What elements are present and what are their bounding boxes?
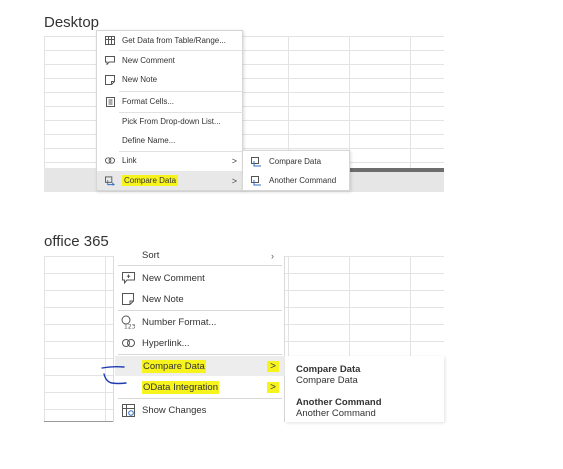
menu-item-hyperlink[interactable]: Hyperlink... bbox=[115, 333, 285, 353]
menu-item-label: Show Changes bbox=[142, 404, 207, 416]
office365-submenu: Compare Data Compare Data Another Comman… bbox=[285, 356, 444, 422]
chevron-right-icon: > bbox=[231, 155, 237, 166]
menu-item-number-format[interactable]: 123 Number Format... bbox=[115, 312, 285, 332]
office365-heading: office 365 bbox=[44, 233, 109, 250]
menu-item-label: Hyperlink... bbox=[142, 337, 190, 349]
menu-item-compare-data[interactable]: Compare Data > bbox=[115, 356, 285, 376]
menu-item-define-name[interactable]: Define Name... bbox=[97, 131, 243, 150]
submenu-item-label: Another Command bbox=[269, 176, 337, 185]
number-format-icon: 123 bbox=[121, 315, 135, 329]
highlighted-label: Compare Data bbox=[122, 175, 179, 186]
menu-item-label: Format Cells... bbox=[122, 97, 175, 106]
menu-item-format-cells[interactable]: Format Cells... bbox=[97, 92, 243, 111]
menu-item-label: Link bbox=[122, 156, 137, 165]
horizontal-scrollbar[interactable] bbox=[344, 168, 444, 172]
menu-item-label: New Note bbox=[142, 293, 184, 305]
submenu-item-label: Compare Data bbox=[269, 157, 322, 166]
chevron-right-icon: > bbox=[267, 381, 279, 393]
office365-context-menu: Sort › New Comment New Note 123 Number F… bbox=[113, 250, 285, 422]
chevron-right-icon: > bbox=[231, 175, 237, 186]
menu-item-show-changes[interactable]: Show Changes bbox=[115, 400, 285, 420]
menu-item-compare-data[interactable]: Compare Data > bbox=[97, 171, 243, 190]
menu-divider bbox=[118, 265, 282, 266]
highlighted-label: OData Integration bbox=[142, 380, 219, 394]
menu-item-label: Define Name... bbox=[122, 136, 176, 145]
desktop-heading: Desktop bbox=[44, 14, 100, 31]
submenu-item-description: Compare Data bbox=[296, 375, 358, 386]
comment-icon bbox=[105, 56, 115, 66]
menu-item-label: Compare Data bbox=[142, 359, 206, 373]
table-icon bbox=[105, 36, 115, 46]
menu-item-sort-partial[interactable]: Sort bbox=[142, 250, 159, 261]
menu-item-new-note[interactable]: New Note bbox=[115, 289, 285, 309]
note-icon bbox=[105, 74, 115, 85]
menu-item-label: Pick From Drop-down List... bbox=[122, 117, 221, 126]
menu-item-label: OData Integration bbox=[142, 380, 219, 394]
desktop-submenu: Compare Data Another Command bbox=[242, 150, 350, 191]
format-cells-icon bbox=[105, 96, 115, 107]
menu-item-label: Number Format... bbox=[142, 316, 217, 328]
menu-item-label: New Note bbox=[122, 75, 158, 84]
desktop-context-menu: Get Data from Table/Range... New Comment… bbox=[96, 30, 243, 191]
link-icon bbox=[105, 156, 115, 166]
link-icon bbox=[121, 336, 135, 350]
menu-item-label: Compare Data bbox=[122, 175, 179, 186]
menu-divider bbox=[118, 398, 282, 399]
submenu-item-another-command[interactable]: Another Command bbox=[243, 171, 349, 190]
compare-data-icon bbox=[251, 175, 262, 186]
menu-item-label: New Comment bbox=[142, 272, 205, 284]
compare-data-icon bbox=[251, 156, 262, 167]
menu-item-label: New Comment bbox=[122, 56, 175, 65]
menu-item-odata-integration[interactable]: OData Integration > bbox=[115, 377, 285, 397]
note-icon bbox=[121, 292, 135, 306]
svg-text:123: 123 bbox=[124, 324, 135, 330]
menu-item-pick-from-list[interactable]: Pick From Drop-down List... bbox=[97, 112, 243, 131]
menu-divider bbox=[118, 354, 282, 355]
chevron-right-icon: > bbox=[267, 360, 279, 372]
menu-item-new-comment[interactable]: New Comment bbox=[97, 51, 243, 70]
compare-data-icon bbox=[105, 175, 115, 186]
submenu-item-description: Another Command bbox=[296, 408, 376, 419]
pen-annotation-marks bbox=[101, 365, 127, 385]
menu-item-new-note[interactable]: New Note bbox=[97, 70, 243, 89]
show-changes-icon bbox=[121, 403, 135, 417]
chevron-right-icon: › bbox=[271, 251, 274, 261]
menu-item-get-data[interactable]: Get Data from Table/Range... bbox=[97, 31, 243, 50]
menu-item-link[interactable]: Link > bbox=[97, 151, 243, 170]
menu-divider bbox=[118, 310, 282, 311]
menu-item-label: Get Data from Table/Range... bbox=[122, 36, 226, 45]
comment-icon bbox=[121, 271, 135, 285]
menu-item-new-comment[interactable]: New Comment bbox=[115, 268, 285, 288]
submenu-item-compare-data[interactable]: Compare Data bbox=[243, 152, 349, 171]
submenu-item-title: Compare Data bbox=[296, 364, 361, 375]
highlighted-label: Compare Data bbox=[142, 359, 206, 373]
submenu-item-title: Another Command bbox=[296, 397, 382, 408]
